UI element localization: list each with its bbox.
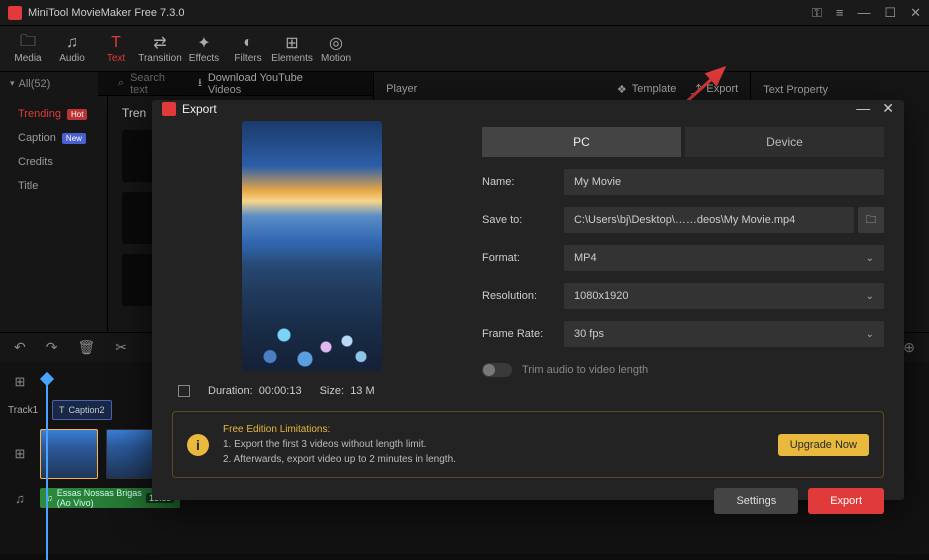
export-confirm-button[interactable]: Export — [808, 488, 884, 514]
property-title: Text Property — [763, 84, 917, 96]
name-input[interactable]: My Movie — [564, 169, 884, 195]
library-header: ▾ All(52) ⌕Search text ⭳Download YouTube… — [0, 72, 373, 96]
tool-motion[interactable]: ◎Motion — [314, 33, 358, 64]
effects-icon: ✦ — [197, 33, 210, 53]
playhead[interactable] — [46, 380, 48, 560]
resolution-select[interactable]: 1080x1920⌄ — [564, 283, 884, 309]
playhead-handle[interactable] — [40, 372, 54, 386]
dialog-minimize-icon[interactable]: — — [856, 100, 870, 117]
resolution-label: Resolution: — [482, 290, 560, 302]
trim-audio-toggle[interactable] — [482, 363, 512, 377]
format-label: Format: — [482, 252, 560, 264]
tool-filters[interactable]: ◐Filters — [226, 33, 270, 64]
folder-icon: 🗀 — [866, 211, 877, 230]
template-button[interactable]: ❖Template — [617, 83, 677, 96]
folder-icon: 🗀 — [20, 33, 36, 53]
close-icon[interactable]: ✕ — [910, 5, 921, 21]
export-icon: ⤴ — [690, 81, 701, 97]
tool-text[interactable]: TText — [94, 33, 138, 64]
settings-button[interactable]: Settings — [714, 488, 798, 514]
transition-icon: ⇄ — [153, 33, 166, 53]
elements-icon: ⊞ — [285, 33, 298, 53]
text-icon: T — [59, 405, 65, 415]
dialog-close-icon[interactable]: ✕ — [882, 100, 894, 117]
download-icon: ⭳ — [198, 74, 202, 93]
export-preview-thumbnail — [242, 121, 382, 371]
search-input[interactable]: ⌕Search text — [118, 72, 178, 96]
player-title: Player — [386, 83, 417, 95]
undo-button[interactable]: ↶ — [14, 339, 26, 356]
format-select[interactable]: MP4⌄ — [564, 245, 884, 271]
framerate-label: Frame Rate: — [482, 328, 560, 340]
category-caption[interactable]: CaptionNew — [0, 126, 107, 150]
tool-transition[interactable]: ⇄Transition — [138, 33, 182, 64]
download-youtube-link[interactable]: ⭳Download YouTube Videos — [198, 72, 323, 96]
triangle-down-icon: ▾ — [10, 78, 15, 89]
export-dialog: Export — ✕ Duration: 00:00:13 Size: 13 M… — [152, 100, 904, 500]
add-media-icon[interactable]: ⊞ — [8, 374, 32, 390]
music-icon: ♫ — [66, 33, 78, 53]
video-track-icon[interactable]: ⊞ — [8, 446, 32, 462]
tool-elements[interactable]: ⊞Elements — [270, 33, 314, 64]
maximize-icon[interactable]: ☐ — [884, 5, 896, 21]
tab-pc[interactable]: PC — [482, 127, 681, 157]
trim-audio-label: Trim audio to video length — [522, 364, 648, 376]
caption-clip[interactable]: TCaption2 — [52, 400, 112, 420]
template-icon: ❖ — [617, 83, 627, 96]
app-logo — [162, 102, 176, 116]
category-trending[interactable]: TrendingHot — [0, 102, 107, 126]
warning-icon: i — [187, 434, 209, 456]
free-edition-limits: i Free Edition Limitations: 1. Export th… — [172, 411, 884, 478]
tab-device[interactable]: Device — [685, 127, 884, 157]
tool-effects[interactable]: ✦Effects — [182, 33, 226, 64]
filter-all[interactable]: ▾ All(52) — [0, 72, 98, 96]
add-track-button[interactable]: ⊕ — [903, 339, 915, 356]
audio-track-icon[interactable]: ♫ — [8, 491, 32, 506]
chevron-down-icon: ⌄ — [866, 253, 874, 264]
saveto-input[interactable]: C:\Users\bj\Desktop\……deos\My Movie.mp4 — [564, 207, 854, 233]
tool-audio[interactable]: ♫Audio — [50, 33, 94, 64]
license-key-icon[interactable]: ⚿ — [812, 5, 822, 21]
search-icon: ⌕ — [118, 77, 124, 90]
export-target-tabs: PC Device — [482, 127, 884, 157]
motion-icon: ◎ — [329, 33, 343, 53]
category-sidebar: TrendingHot CaptionNew Credits Title — [0, 96, 108, 332]
titlebar: MiniTool MovieMaker Free 7.3.0 ⚿ ≡ — ☐ ✕ — [0, 0, 929, 26]
chevron-down-icon: ⌄ — [866, 291, 874, 302]
name-label: Name: — [482, 176, 560, 188]
category-credits[interactable]: Credits — [0, 150, 107, 174]
chevron-down-icon: ⌄ — [866, 329, 874, 340]
framerate-select[interactable]: 30 fps⌄ — [564, 321, 884, 347]
video-clip[interactable] — [40, 429, 98, 479]
export-button[interactable]: ⤴Export — [690, 81, 738, 97]
filters-icon: ◐ — [243, 33, 253, 53]
app-logo — [8, 6, 22, 20]
browse-folder-button[interactable]: 🗀 — [858, 207, 884, 233]
redo-button[interactable]: ↷ — [46, 339, 58, 356]
category-title[interactable]: Title — [0, 174, 107, 198]
track-label: Track1 — [8, 405, 44, 416]
tool-media[interactable]: 🗀Media — [6, 33, 50, 64]
delete-button[interactable]: 🗑 — [77, 339, 95, 356]
upgrade-button[interactable]: Upgrade Now — [778, 434, 869, 456]
split-button[interactable]: ✂ — [115, 339, 127, 356]
app-title: MiniTool MovieMaker Free 7.3.0 — [28, 7, 812, 19]
aspect-icon — [178, 385, 190, 397]
main-toolbar: 🗀Media ♫Audio TText ⇄Transition ✦Effects… — [0, 26, 929, 72]
export-meta: Duration: 00:00:13 Size: 13 M — [172, 385, 375, 397]
text-icon: T — [111, 33, 121, 53]
saveto-label: Save to: — [482, 214, 560, 226]
dialog-title: Export — [182, 102, 856, 116]
menu-icon[interactable]: ≡ — [836, 5, 844, 20]
minimize-icon[interactable]: — — [857, 5, 870, 20]
